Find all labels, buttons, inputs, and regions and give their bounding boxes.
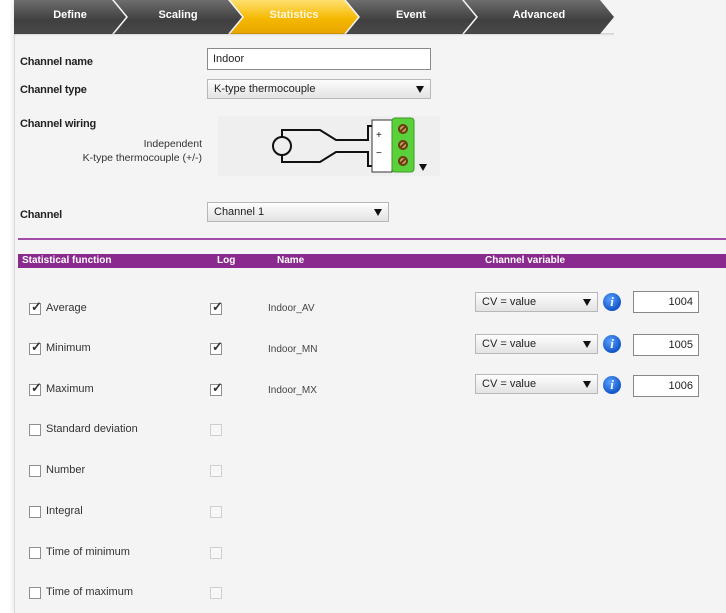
header-statistical-function: Statistical function <box>22 255 112 266</box>
header-name: Name <box>277 255 305 266</box>
time-of-minimum-log-checkbox <box>210 547 222 559</box>
average-cv-select[interactable]: CV = value <box>475 292 598 312</box>
minimum-log-checkbox[interactable]: ✓ <box>210 339 223 355</box>
time-of-maximum-label: Time of maximum <box>46 586 133 598</box>
tab-scaling[interactable]: Scaling <box>114 0 242 34</box>
average-log-checkbox[interactable]: ✓ <box>210 299 223 315</box>
checkmark-icon: ✓ <box>212 339 223 354</box>
minimum-cv-value: CV = value <box>482 338 537 350</box>
svg-text:−: − <box>376 148 382 159</box>
time-of-maximum-checkbox[interactable] <box>29 587 41 599</box>
tab-define[interactable]: Define <box>14 0 126 34</box>
standard-deviation-checkbox[interactable] <box>29 424 41 436</box>
maximum-variable-name: Indoor_MX <box>268 385 317 396</box>
number-checkbox[interactable] <box>29 465 41 477</box>
minimum-cv-select[interactable]: CV = value <box>475 334 598 354</box>
wiring-diagram[interactable]: + − <box>218 116 440 176</box>
integral-checkbox[interactable] <box>29 506 41 518</box>
tab-event[interactable]: Event <box>346 0 476 34</box>
average-variable-name: Indoor_AV <box>268 303 315 314</box>
channel-type-value: K-type thermocouple <box>214 83 316 95</box>
tab-advanced-label: Advanced <box>512 9 566 21</box>
svg-text:+: + <box>376 130 382 141</box>
number-log-checkbox <box>210 465 222 477</box>
wiring-type-label: K-type thermocouple (+/-) <box>82 152 202 164</box>
section-divider <box>18 238 726 240</box>
minimum-checkbox[interactable]: ✓ <box>29 339 42 355</box>
maximum-checkbox[interactable]: ✓ <box>29 380 42 396</box>
channel-type-label: Channel type <box>20 84 87 96</box>
average-cv-value: CV = value <box>482 296 537 308</box>
channel-name-input[interactable]: Indoor <box>207 48 431 70</box>
header-channel-variable: Channel variable <box>485 255 566 266</box>
average-cv-number[interactable]: 1004 <box>633 291 699 313</box>
maximum-cv-select[interactable]: CV = value <box>475 374 598 394</box>
tab-advanced[interactable]: Advanced <box>464 0 614 34</box>
number-label: Number <box>46 464 86 476</box>
channel-value: Channel 1 <box>214 206 265 218</box>
integral-log-checkbox <box>210 506 222 518</box>
info-icon[interactable]: i <box>603 293 621 311</box>
tab-scaling-label: Scaling <box>158 9 198 21</box>
time-of-minimum-checkbox[interactable] <box>29 547 41 559</box>
wizard-tabs: Define Scaling Statistics Event Advanced <box>14 0 726 34</box>
info-icon[interactable]: i <box>603 376 621 394</box>
checkmark-icon: ✓ <box>31 380 42 395</box>
chevron-down-icon <box>416 86 424 93</box>
thermocouple-wiring-icon: + − <box>218 116 440 176</box>
chevron-down-icon <box>583 381 591 388</box>
standard-deviation-log-checkbox <box>210 424 222 436</box>
standard-deviation-label: Standard deviation <box>46 423 138 435</box>
checkmark-icon: ✓ <box>31 339 42 354</box>
maximum-log-checkbox[interactable]: ✓ <box>210 380 223 396</box>
channel-name-label: Channel name <box>20 56 93 68</box>
integral-label: Integral <box>46 505 83 517</box>
channel-type-select[interactable]: K-type thermocouple <box>207 79 431 99</box>
minimum-cv-number[interactable]: 1005 <box>633 334 699 356</box>
wiring-mode-label: Independent <box>143 138 202 150</box>
chevron-down-icon <box>583 341 591 348</box>
checkmark-icon: ✓ <box>212 299 223 314</box>
average-checkbox[interactable]: ✓ <box>29 299 42 315</box>
tab-statistics[interactable]: Statistics <box>230 0 358 34</box>
maximum-cv-value: CV = value <box>482 378 537 390</box>
channel-select[interactable]: Channel 1 <box>207 202 389 222</box>
statistics-table-header: Statistical function Log Name Channel va… <box>18 254 726 268</box>
minimum-variable-name: Indoor_MN <box>268 344 318 355</box>
info-icon[interactable]: i <box>603 335 621 353</box>
header-log: Log <box>217 255 236 266</box>
chevron-down-icon <box>374 209 382 216</box>
checkmark-icon: ✓ <box>212 380 223 395</box>
maximum-label: Maximum <box>46 383 94 395</box>
channel-wiring-label: Channel wiring <box>20 118 97 130</box>
minimum-label: Minimum <box>46 342 91 354</box>
time-of-maximum-log-checkbox <box>210 587 222 599</box>
checkmark-icon: ✓ <box>31 299 42 314</box>
tab-event-label: Event <box>396 9 426 21</box>
chevron-down-icon <box>583 299 591 306</box>
tabs-shadow <box>14 33 614 36</box>
maximum-cv-number[interactable]: 1006 <box>633 375 699 397</box>
time-of-minimum-label: Time of minimum <box>46 546 130 558</box>
tab-define-label: Define <box>53 9 87 21</box>
channel-label: Channel <box>20 209 62 221</box>
average-label: Average <box>46 302 87 314</box>
tab-statistics-label: Statistics <box>269 9 319 21</box>
